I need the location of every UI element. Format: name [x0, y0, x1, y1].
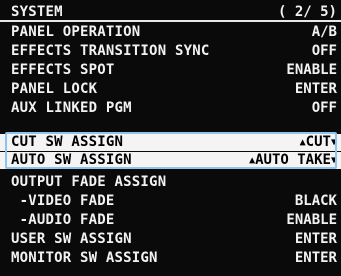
row-value[interactable]: ENABLE — [286, 62, 337, 79]
menu-row-auto-sw-assign[interactable]: AUTO SW ASSIGN ▲AUTO TAKE▼ — [0, 152, 341, 169]
row-label: -AUDIO FADE — [11, 212, 115, 228]
row-value[interactable]: BLACK — [295, 193, 337, 210]
row-label: CUT SW ASSIGN — [11, 134, 124, 150]
row-label: PANEL LOCK — [11, 81, 98, 97]
row-value[interactable]: ENTER — [295, 231, 337, 248]
row-value[interactable]: A/B — [312, 24, 337, 41]
row-label: AUX LINKED PGM — [11, 100, 132, 113]
menu-screen: SYSTEM ( 2/ 5) PANEL OPERATION A/B EFFEC… — [0, 0, 341, 276]
menu-row-monitor-sw-assign[interactable]: MONITOR SW ASSIGN ENTER — [0, 250, 341, 267]
row-value[interactable]: OFF — [312, 100, 337, 113]
menu-row-aux-linked-pgm[interactable]: AUX LINKED PGM OFF — [0, 100, 341, 113]
menu-header: SYSTEM ( 2/ 5) — [0, 4, 341, 22]
menu-row-cut-sw-assign[interactable]: CUT SW ASSIGN ▲CUT▼ — [0, 134, 341, 151]
menu-row-output-fade-assign[interactable]: OUTPUT FADE ASSIGN — [0, 174, 341, 191]
row-label: USER SW ASSIGN — [11, 231, 132, 247]
row-value: CUT — [305, 134, 331, 150]
arrow-down-icon[interactable]: ▼ — [331, 152, 337, 169]
row-label: AUTO SW ASSIGN — [11, 152, 132, 168]
row-value: AUTO TAKE — [255, 152, 331, 168]
row-label: OUTPUT FADE ASSIGN — [11, 174, 167, 190]
menu-row-panel-operation[interactable]: PANEL OPERATION A/B — [0, 24, 341, 41]
menu-row-video-fade[interactable]: -VIDEO FADE BLACK — [0, 193, 341, 210]
row-label: -VIDEO FADE — [11, 193, 115, 209]
row-value[interactable]: ENABLE — [286, 212, 337, 229]
row-value[interactable]: ENTER — [295, 81, 337, 98]
row-label: EFFECTS SPOT — [11, 62, 115, 78]
row-value-selector[interactable]: ▲AUTO TAKE▼ — [249, 152, 337, 169]
row-label: PANEL OPERATION — [11, 24, 141, 40]
page-indicator: ( 2/ 5) — [277, 4, 337, 20]
menu-row-effects-transition-sync[interactable]: EFFECTS TRANSITION SYNC OFF — [0, 43, 341, 60]
menu-row-user-sw-assign[interactable]: USER SW ASSIGN ENTER — [0, 231, 341, 248]
arrow-down-icon[interactable]: ▼ — [331, 134, 337, 151]
row-value-selector[interactable]: ▲CUT▼ — [300, 134, 337, 151]
menu-row-audio-fade[interactable]: -AUDIO FADE ENABLE — [0, 212, 341, 229]
row-value[interactable]: OFF — [312, 43, 337, 60]
row-value[interactable]: ENTER — [295, 250, 337, 267]
row-label: MONITOR SW ASSIGN — [11, 250, 158, 266]
menu-row-effects-spot[interactable]: EFFECTS SPOT ENABLE — [0, 62, 341, 79]
row-label: EFFECTS TRANSITION SYNC — [11, 43, 210, 59]
menu-row-panel-lock[interactable]: PANEL LOCK ENTER — [0, 81, 341, 98]
menu-title: SYSTEM — [11, 4, 63, 20]
